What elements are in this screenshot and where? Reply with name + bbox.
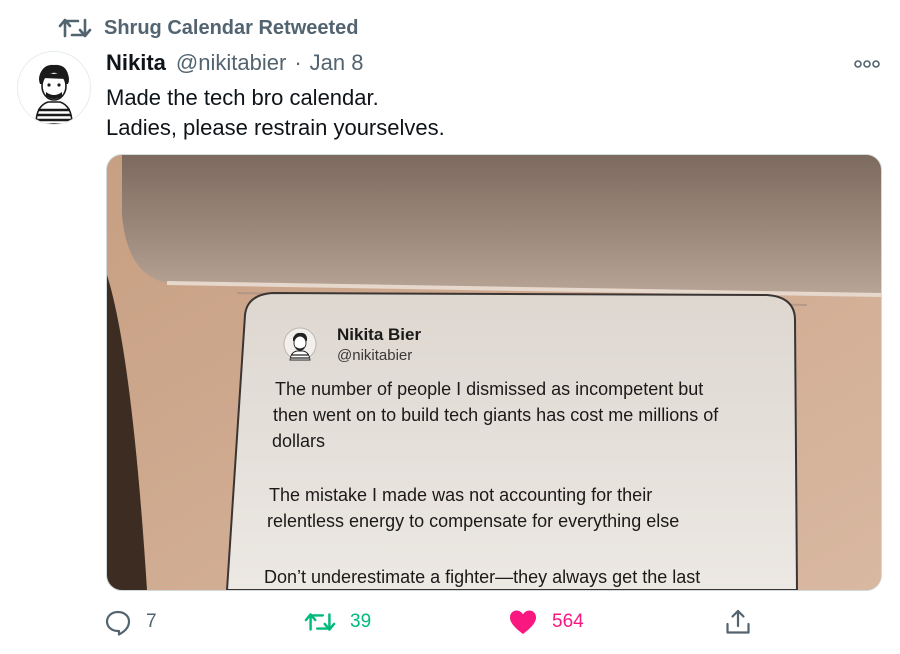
- avatar-drawing: [35, 64, 73, 124]
- embedded-tweet-line: then went on to build tech giants has co…: [273, 405, 719, 425]
- author-name[interactable]: Nikita: [106, 50, 166, 76]
- tweet-text: Made the tech bro calendar. Ladies, plea…: [106, 83, 846, 143]
- retweet-button[interactable]: 39: [304, 604, 371, 640]
- more-button[interactable]: [852, 54, 882, 74]
- retweet-context[interactable]: Shrug Calendar Retweeted: [58, 14, 359, 42]
- retweet-context-label: Shrug Calendar Retweeted: [104, 16, 359, 39]
- tweet-text-line: Made the tech bro calendar.: [106, 85, 379, 110]
- embedded-tweet-line: dollars: [272, 431, 326, 451]
- tweet-header: Nikita @nikitabier · Jan 8: [106, 48, 363, 78]
- more-icon: [854, 60, 880, 68]
- retweet-icon: [304, 613, 336, 631]
- embedded-tweet-name: Nikita Bier: [337, 325, 422, 344]
- retweet-count: 39: [350, 611, 372, 632]
- like-button[interactable]: 564: [508, 604, 584, 640]
- separator: ·: [294, 50, 302, 75]
- embedded-avatar-icon: [283, 327, 317, 361]
- embedded-tweet-line: The number of people I dismissed as inco…: [275, 379, 704, 399]
- avatar[interactable]: [17, 51, 91, 125]
- action-bar: 7 39 564: [104, 604, 764, 640]
- like-icon: [510, 610, 536, 634]
- reply-icon: [105, 610, 131, 636]
- author-handle[interactable]: @nikitabier: [176, 50, 286, 76]
- tweet-photo[interactable]: Nikita Bier @nikitabier The number of pe…: [106, 154, 882, 591]
- embedded-tweet-line: relentless energy to compensate for ever…: [267, 511, 680, 531]
- like-count: 564: [552, 611, 584, 632]
- share-button[interactable]: [724, 604, 766, 640]
- tweet-date[interactable]: Jan 8: [310, 50, 364, 76]
- embedded-tweet-line: Don’t underestimate a fighter—they alway…: [264, 567, 701, 587]
- embedded-tweet-handle: @nikitabier: [337, 347, 413, 364]
- tweet-text-line: Ladies, please restrain yourselves.: [106, 115, 445, 140]
- retweet-icon: [58, 18, 92, 38]
- reply-button[interactable]: 7: [104, 604, 157, 640]
- reply-count: 7: [146, 611, 157, 632]
- share-icon: [726, 609, 750, 634]
- embedded-tweet-line: The mistake I made was not accounting fo…: [269, 485, 653, 505]
